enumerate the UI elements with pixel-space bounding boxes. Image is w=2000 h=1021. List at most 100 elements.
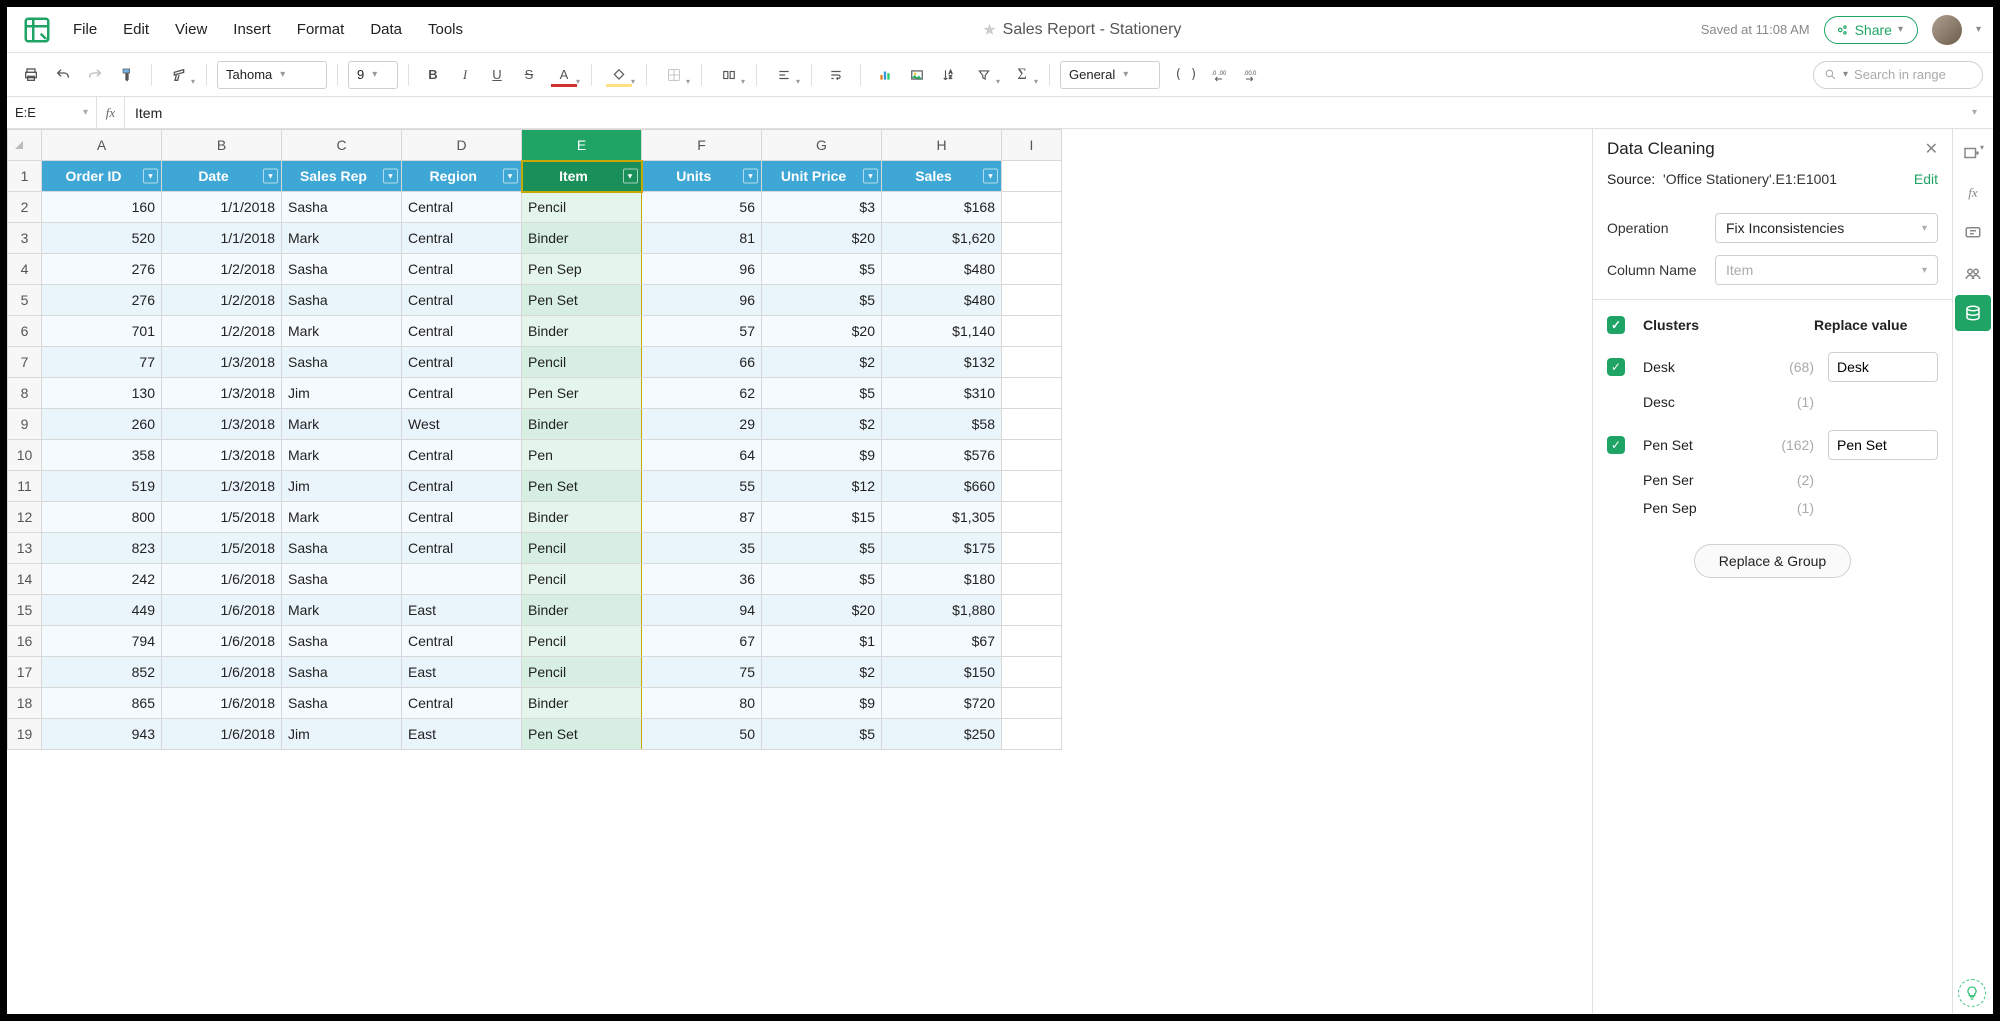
sum-icon[interactable]: Σ▾ [1005,61,1039,89]
cell[interactable]: Pen Set [522,285,642,316]
menu-insert[interactable]: Insert [233,21,271,38]
filter-dropdown-icon[interactable]: ▾ [863,169,878,184]
cell[interactable]: $9 [762,688,882,719]
cell[interactable]: 520 [42,223,162,254]
select-all-cell[interactable] [8,130,42,161]
app-logo[interactable] [19,12,55,48]
menu-format[interactable]: Format [297,21,345,38]
cell[interactable]: Binder [522,502,642,533]
rail-arrow-icon[interactable]: ▾ [1955,135,1991,171]
cell[interactable]: East [402,595,522,626]
cell[interactable]: Sasha [282,285,402,316]
cell[interactable]: 1/5/2018 [162,533,282,564]
cell[interactable]: $9 [762,440,882,471]
cell[interactable]: 1/6/2018 [162,595,282,626]
cell[interactable]: 1/3/2018 [162,378,282,409]
row-header[interactable]: 14 [8,564,42,595]
table-header-cell[interactable]: Unit Price▾ [762,161,882,192]
cell[interactable]: 67 [642,626,762,657]
row-header[interactable]: 11 [8,471,42,502]
cell[interactable]: $15 [762,502,882,533]
cell[interactable]: $1 [762,626,882,657]
col-header-H[interactable]: H [882,130,1002,161]
cell[interactable]: $58 [882,409,1002,440]
cell[interactable] [402,564,522,595]
decimal-increase-icon[interactable]: .00.0 [1236,61,1264,89]
row-header[interactable]: 15 [8,595,42,626]
chart-icon[interactable] [871,61,899,89]
cell[interactable]: $175 [882,533,1002,564]
cell[interactable]: $2 [762,347,882,378]
row-header[interactable]: 7 [8,347,42,378]
replace-value-input[interactable] [1828,352,1938,382]
row-header[interactable]: 17 [8,657,42,688]
cell[interactable]: $2 [762,657,882,688]
table-header-cell[interactable]: Sales Rep▾ [282,161,402,192]
user-avatar[interactable] [1932,15,1962,45]
cell[interactable]: Central [402,440,522,471]
cell[interactable]: 260 [42,409,162,440]
cell[interactable]: 1/3/2018 [162,440,282,471]
cell[interactable]: Mark [282,223,402,254]
filter-dropdown-icon[interactable]: ▾ [623,169,638,184]
cell[interactable]: Central [402,223,522,254]
filter-dropdown-icon[interactable]: ▾ [503,169,518,184]
cell[interactable]: Binder [522,409,642,440]
rail-comments-icon[interactable] [1955,215,1991,251]
filter-dropdown-icon[interactable]: ▾ [263,169,278,184]
cell[interactable]: 1/6/2018 [162,657,282,688]
cell[interactable]: Mark [282,502,402,533]
spreadsheet-grid[interactable]: ABCDEFGHI1Order ID▾Date▾Sales Rep▾Region… [7,129,1592,1014]
sort-icon[interactable]: AZ [935,61,963,89]
cell[interactable]: Sasha [282,533,402,564]
decimal-decrease-icon[interactable]: .0.00 [1204,61,1232,89]
cell[interactable]: East [402,657,522,688]
select-all-checkbox[interactable]: ✓ [1607,316,1625,334]
cell[interactable]: Sasha [282,347,402,378]
cell[interactable]: Pen Ser [522,378,642,409]
cell[interactable]: 50 [642,719,762,750]
cell[interactable]: $20 [762,316,882,347]
cell[interactable]: Sasha [282,254,402,285]
cell[interactable]: $180 [882,564,1002,595]
filter-icon[interactable]: ▾ [967,61,1001,89]
merge-cells-button[interactable]: ▾ [712,61,746,89]
cell[interactable]: East [402,719,522,750]
cell[interactable]: Jim [282,719,402,750]
cell[interactable]: 823 [42,533,162,564]
table-header-cell[interactable]: Units▾ [642,161,762,192]
row-header[interactable]: 9 [8,409,42,440]
cell[interactable]: Sasha [282,657,402,688]
cell[interactable]: Sasha [282,564,402,595]
cell[interactable]: Central [402,471,522,502]
parentheses-icon[interactable]: ( ) [1172,61,1200,89]
cell[interactable]: $168 [882,192,1002,223]
col-header-C[interactable]: C [282,130,402,161]
chevron-down-icon[interactable]: ▾ [1976,24,1981,35]
cell[interactable]: $2 [762,409,882,440]
row-header[interactable]: 4 [8,254,42,285]
cluster-checkbox[interactable]: ✓ [1607,358,1625,376]
cell[interactable]: Sasha [282,192,402,223]
cell[interactable]: $150 [882,657,1002,688]
cell[interactable]: Mark [282,316,402,347]
cell[interactable]: 276 [42,285,162,316]
cell[interactable]: Pencil [522,657,642,688]
cell[interactable]: Binder [522,688,642,719]
italic-button[interactable]: I [451,61,479,89]
cell[interactable]: 1/2/2018 [162,254,282,285]
row-header[interactable]: 19 [8,719,42,750]
cell[interactable]: $20 [762,223,882,254]
cell[interactable]: Sasha [282,626,402,657]
row-header[interactable]: 6 [8,316,42,347]
cell[interactable]: 943 [42,719,162,750]
filter-dropdown-icon[interactable]: ▾ [143,169,158,184]
share-button[interactable]: Share ▾ [1824,16,1918,44]
print-icon[interactable] [17,61,45,89]
cell[interactable]: $132 [882,347,1002,378]
undo-icon[interactable] [49,61,77,89]
fx-icon[interactable]: fx [97,97,125,128]
cell[interactable]: 62 [642,378,762,409]
formula-input[interactable]: Item▾ [125,105,1993,121]
cell[interactable]: 1/5/2018 [162,502,282,533]
